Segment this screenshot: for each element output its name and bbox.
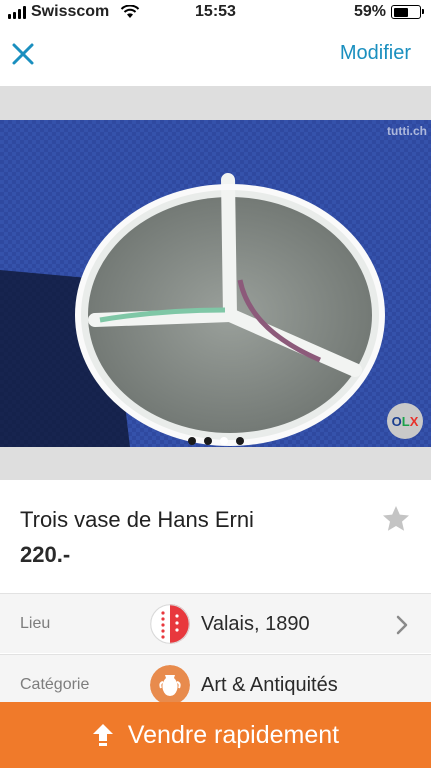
category-value: Art & Antiquités (201, 674, 338, 696)
battery-icon (391, 5, 424, 19)
close-icon[interactable] (6, 37, 40, 71)
badge-letter-1: O (391, 413, 402, 429)
battery-fill (393, 7, 409, 17)
gallery-top-band (0, 86, 431, 120)
gallery-dot[interactable] (203, 437, 212, 445)
gallery-dot[interactable] (219, 437, 228, 445)
sell-quickly-label: Vendre rapidement (127, 720, 340, 749)
upload-arrow-icon (92, 724, 113, 746)
gallery-dot[interactable] (187, 437, 196, 445)
canton-flag-icon (150, 604, 190, 644)
listing-title: Trois vase de Hans Erni (20, 507, 254, 532)
gallery-dot[interactable] (235, 437, 244, 445)
location-row[interactable]: Lieu Valais, 1890 (0, 593, 431, 653)
status-bar: Swisscom 15:53 59% (0, 0, 431, 24)
badge-letter-3: X (409, 413, 419, 429)
olx-badge-icon: OLX (387, 403, 423, 439)
listing-price: 220.- (20, 542, 71, 567)
location-value: Valais, 1890 (201, 613, 310, 635)
watermark-text: tutti.ch (387, 124, 427, 138)
sell-quickly-button[interactable]: Vendre rapidement (0, 702, 431, 768)
nav-bar: Modifier (0, 24, 431, 86)
location-label: Lieu (20, 615, 51, 632)
vase-photo-illustration (0, 120, 431, 447)
category-label: Catégorie (20, 676, 90, 693)
modify-button[interactable]: Modifier (340, 42, 411, 65)
vase-icon (150, 665, 190, 705)
listing-photo[interactable]: tutti.ch OLX (0, 120, 431, 447)
gallery-page-indicator[interactable] (0, 437, 431, 445)
badge-letter-2: L (401, 413, 410, 429)
gallery-bottom-band (0, 447, 431, 480)
star-icon[interactable] (381, 504, 411, 534)
listing-info: Trois vase de Hans Erni 220.- (0, 480, 431, 592)
battery-percent: 59% (353, 3, 386, 20)
status-right: 59% (353, 3, 424, 21)
chevron-right-icon[interactable] (395, 614, 409, 636)
